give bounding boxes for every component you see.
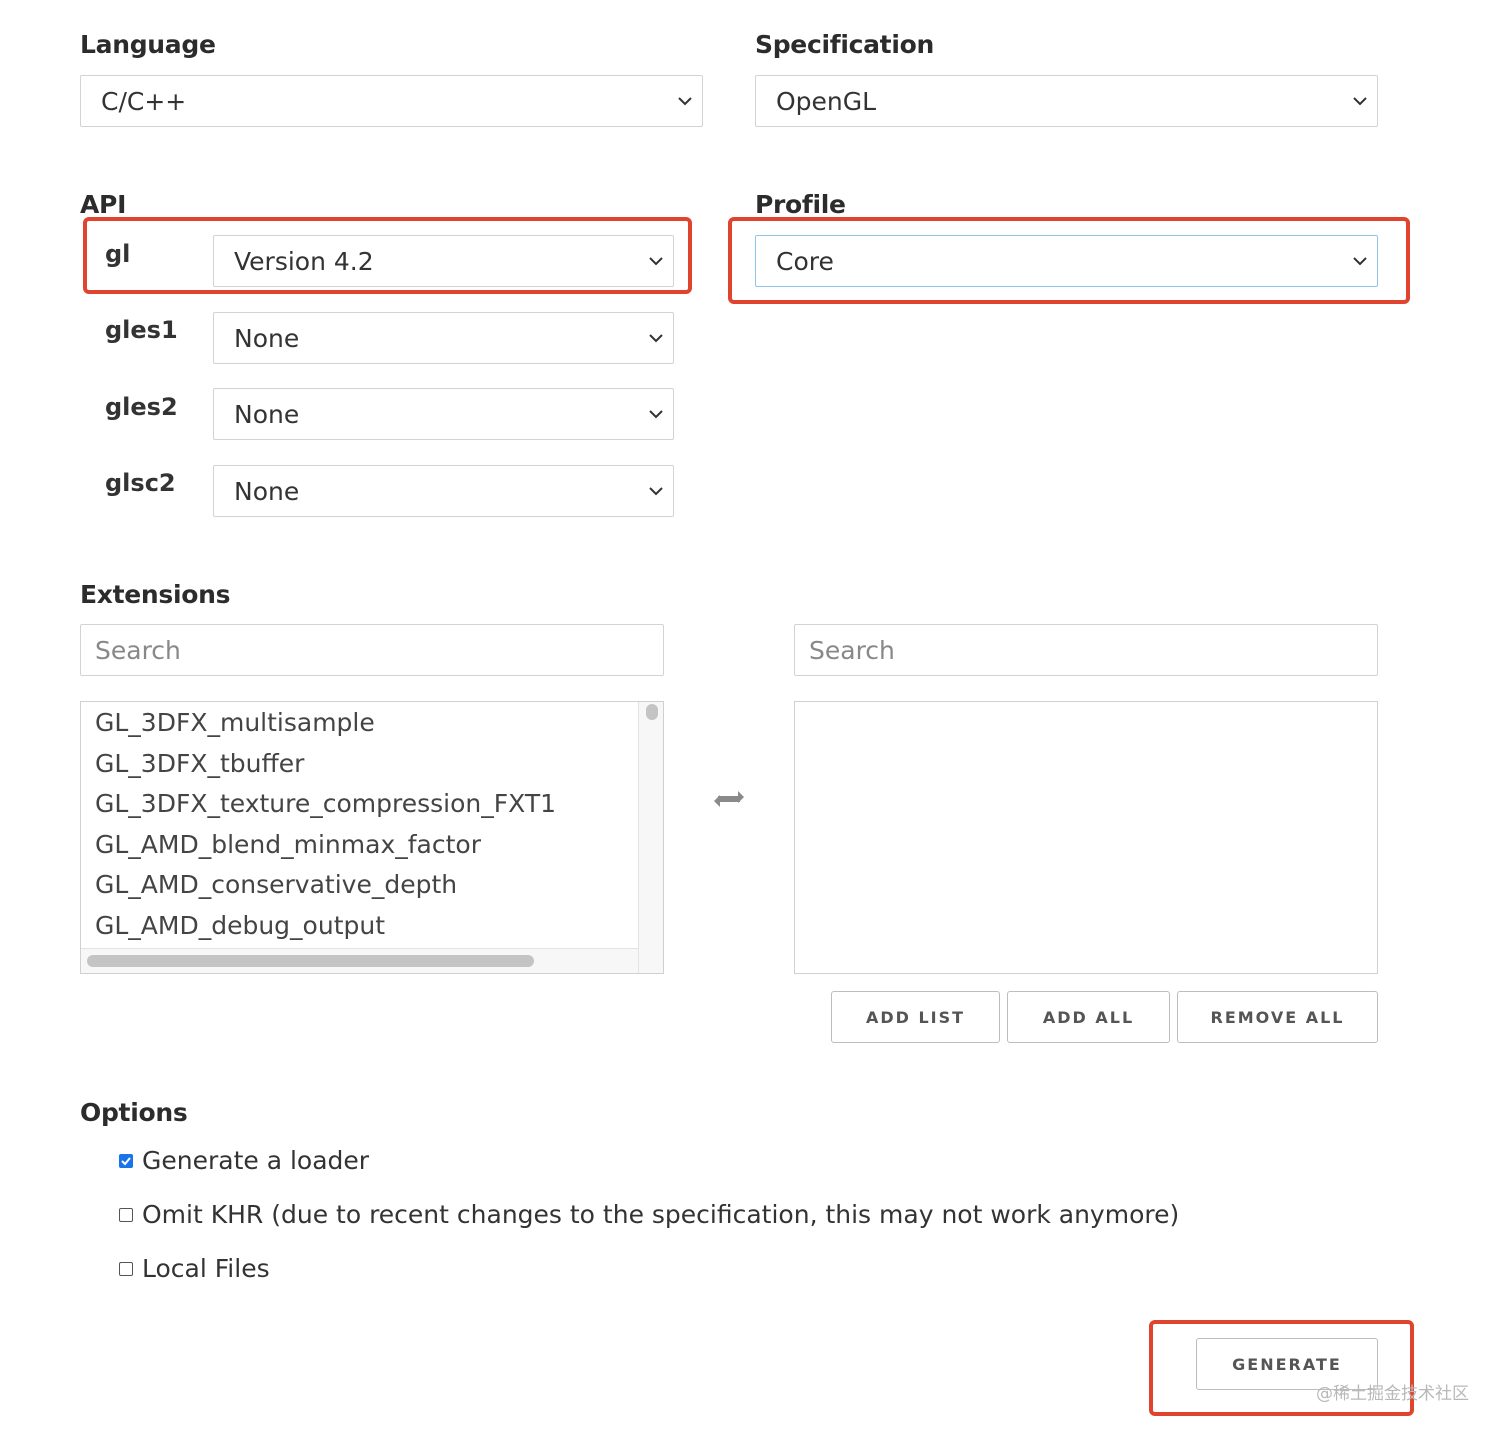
option-label: Generate a loader: [142, 1146, 370, 1175]
language-value: C/C++: [101, 86, 187, 116]
profile-label: Profile: [755, 190, 846, 219]
swap-arrows-icon[interactable]: [712, 786, 746, 812]
api-select-gles1[interactable]: None: [213, 312, 674, 364]
api-value-glsc2: None: [234, 476, 300, 506]
remove-all-button[interactable]: REMOVE ALL: [1177, 991, 1378, 1043]
vertical-scrollbar-thumb[interactable]: [646, 704, 658, 720]
specification-select[interactable]: OpenGL: [755, 75, 1378, 127]
chevron-down-icon: [668, 96, 702, 106]
option-omit-khr[interactable]: Omit KHR (due to recent changes to the s…: [119, 1200, 1179, 1229]
chevron-down-icon: [639, 486, 673, 496]
chevron-down-icon: [1343, 96, 1377, 106]
api-select-gles2[interactable]: None: [213, 388, 674, 440]
highlight-box-profile: [728, 217, 1410, 304]
extensions-search-right[interactable]: Search: [794, 624, 1378, 676]
api-select-glsc2[interactable]: None: [213, 465, 674, 517]
list-item[interactable]: GL_3DFX_texture_compression_FXT1: [95, 789, 556, 818]
extensions-search-left[interactable]: Search: [80, 624, 664, 676]
list-item[interactable]: GL_AMD_debug_output: [95, 911, 385, 940]
vertical-scrollbar[interactable]: [638, 702, 663, 973]
api-name-gles1: gles1: [105, 316, 178, 344]
option-label: Omit KHR (due to recent changes to the s…: [142, 1200, 1180, 1229]
list-item[interactable]: GL_3DFX_multisample: [95, 708, 375, 737]
add-all-button[interactable]: ADD ALL: [1007, 991, 1170, 1043]
api-name-glsc2: glsc2: [105, 469, 176, 497]
extensions-label: Extensions: [80, 580, 231, 609]
chevron-down-icon: [639, 409, 673, 419]
api-label: API: [80, 190, 127, 219]
option-local-files[interactable]: Local Files: [119, 1254, 270, 1283]
api-value-gles2: None: [234, 399, 300, 429]
chevron-down-icon: [639, 333, 673, 343]
specification-value: OpenGL: [776, 86, 877, 116]
add-list-button[interactable]: ADD LIST: [831, 991, 1000, 1043]
horizontal-scrollbar[interactable]: [81, 948, 638, 973]
list-item[interactable]: GL_AMD_blend_minmax_factor: [95, 830, 481, 859]
api-name-gles2: gles2: [105, 393, 178, 421]
options-label: Options: [80, 1098, 188, 1127]
horizontal-scrollbar-thumb[interactable]: [87, 955, 534, 967]
checkbox-local-files[interactable]: [119, 1261, 133, 1276]
api-value-gles1: None: [234, 323, 300, 353]
watermark: @稀土掘金技术社区: [1316, 1384, 1469, 1404]
language-label: Language: [80, 30, 216, 59]
highlight-box-gl: [83, 217, 692, 294]
list-item[interactable]: GL_3DFX_tbuffer: [95, 749, 304, 778]
checkbox-generate-loader[interactable]: [119, 1153, 133, 1168]
option-label: Local Files: [142, 1254, 270, 1283]
option-generate-loader[interactable]: Generate a loader: [119, 1146, 369, 1175]
language-select[interactable]: C/C++: [80, 75, 703, 127]
selected-extensions-list[interactable]: [794, 701, 1378, 974]
available-extensions-list[interactable]: GL_3DFX_multisample GL_3DFX_tbuffer GL_3…: [80, 701, 664, 974]
specification-label: Specification: [755, 30, 934, 59]
list-item[interactable]: GL_AMD_conservative_depth: [95, 870, 457, 899]
checkbox-omit-khr[interactable]: [119, 1207, 133, 1222]
